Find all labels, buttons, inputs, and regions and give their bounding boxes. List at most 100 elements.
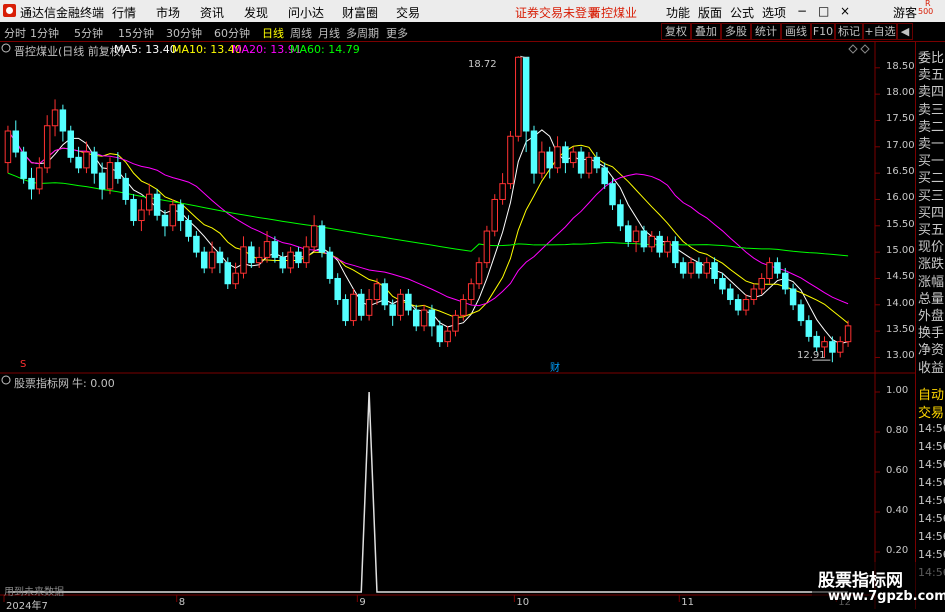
- candle-body[interactable]: [365, 299, 373, 316]
- candle-body[interactable]: [727, 288, 734, 301]
- candle-body[interactable]: [428, 309, 436, 327]
- candle-body[interactable]: [703, 262, 710, 274]
- candle-body[interactable]: [263, 241, 271, 258]
- trade-login-warning[interactable]: 证券交易未登录: [515, 4, 599, 21]
- candle-body[interactable]: [287, 251, 294, 269]
- menu-item-zixun[interactable]: 资讯: [200, 4, 224, 21]
- candle-body[interactable]: [405, 293, 412, 311]
- candle-body[interactable]: [499, 183, 506, 200]
- candle-body[interactable]: [734, 299, 742, 311]
- candle-body[interactable]: [59, 109, 67, 132]
- candle-body[interactable]: [295, 251, 302, 264]
- menu-item-hangqing[interactable]: 行情: [112, 4, 136, 21]
- period-multi[interactable]: 多周期: [346, 25, 379, 41]
- candle-body[interactable]: [836, 341, 844, 353]
- candle-body[interactable]: [114, 162, 122, 179]
- overlay-button[interactable]: 叠加: [691, 23, 721, 40]
- candle-body[interactable]: [554, 146, 561, 169]
- guest-login[interactable]: 游客: [893, 4, 917, 21]
- candle-body[interactable]: [648, 235, 656, 248]
- menu-item-gongshi[interactable]: 公式: [730, 4, 754, 21]
- candle-body[interactable]: [326, 251, 334, 279]
- menu-item-jiaoyi[interactable]: 交易: [396, 4, 420, 21]
- candle-body[interactable]: [797, 304, 805, 322]
- candle-body[interactable]: [813, 335, 820, 348]
- candle-body[interactable]: [601, 167, 608, 185]
- minimize-button[interactable]: −: [797, 4, 807, 18]
- candle-body[interactable]: [687, 262, 695, 274]
- candle-body[interactable]: [51, 109, 59, 127]
- candle-body[interactable]: [829, 341, 836, 353]
- candle-body[interactable]: [585, 156, 593, 174]
- maximize-button[interactable]: □: [818, 4, 829, 18]
- candle-body[interactable]: [255, 256, 263, 264]
- menu-item-shichang[interactable]: 市场: [156, 4, 180, 21]
- candle-body[interactable]: [436, 325, 444, 343]
- candle-body[interactable]: [122, 177, 129, 200]
- candle-body[interactable]: [98, 172, 106, 190]
- candle-body[interactable]: [522, 56, 530, 132]
- candle-body[interactable]: [20, 151, 27, 179]
- candle-body[interactable]: [530, 130, 538, 174]
- candle-body[interactable]: [805, 320, 813, 337]
- period-15min[interactable]: 15分钟: [118, 25, 154, 41]
- candle-body[interactable]: [483, 230, 491, 264]
- period-60min[interactable]: 60分钟: [214, 25, 250, 41]
- multi-stock-button[interactable]: 多股: [721, 23, 751, 40]
- candle-body[interactable]: [624, 225, 632, 243]
- candle-body[interactable]: [412, 309, 420, 327]
- candle-body[interactable]: [758, 277, 765, 290]
- candle-body[interactable]: [711, 262, 718, 279]
- candle-body[interactable]: [381, 283, 389, 306]
- candle-body[interactable]: [467, 283, 475, 301]
- candle-body[interactable]: [350, 293, 357, 322]
- candle-body[interactable]: [106, 162, 114, 190]
- period-weekly[interactable]: 周线: [290, 25, 312, 41]
- candle-body[interactable]: [161, 214, 169, 227]
- candle-body[interactable]: [216, 251, 224, 264]
- candle-body[interactable]: [782, 272, 789, 290]
- candle-body[interactable]: [279, 256, 286, 269]
- candle-body[interactable]: [28, 177, 35, 190]
- candle-body[interactable]: [83, 151, 90, 169]
- candle-body[interactable]: [562, 146, 569, 164]
- add-favorite-button[interactable]: +自选: [863, 23, 897, 40]
- settings-circle-icon[interactable]: [1, 43, 11, 53]
- finance-marker[interactable]: 财: [550, 359, 560, 374]
- candle-body[interactable]: [774, 262, 781, 274]
- period-daily[interactable]: 日线: [262, 25, 284, 41]
- menu-item-banmian[interactable]: 版面: [698, 4, 722, 21]
- candle-body[interactable]: [546, 151, 553, 169]
- candle-body[interactable]: [138, 209, 145, 222]
- candle-body[interactable]: [146, 193, 153, 211]
- candle-body[interactable]: [43, 125, 51, 169]
- candle-body[interactable]: [420, 309, 428, 327]
- candle-body[interactable]: [177, 204, 184, 222]
- candle-body[interactable]: [4, 130, 12, 164]
- period-30min[interactable]: 30分钟: [166, 25, 202, 41]
- candle-body[interactable]: [75, 156, 82, 169]
- diamond-icon-2[interactable]: [860, 44, 870, 54]
- candle-body[interactable]: [577, 151, 585, 174]
- candle-body[interactable]: [185, 220, 192, 237]
- candle-body[interactable]: [397, 293, 404, 316]
- auto-trade-label-1[interactable]: 交易: [918, 402, 944, 421]
- candle-body[interactable]: [91, 151, 98, 174]
- candle-body[interactable]: [303, 246, 310, 264]
- period-fenshi[interactable]: 分时: [4, 25, 26, 41]
- candle-body[interactable]: [656, 235, 663, 253]
- candle-body[interactable]: [679, 262, 687, 274]
- candle-body[interactable]: [844, 325, 852, 343]
- auto-trade-label-0[interactable]: 自动: [918, 384, 944, 403]
- candle-body[interactable]: [766, 262, 773, 279]
- mark-button[interactable]: 标记: [835, 23, 863, 40]
- candle-body[interactable]: [460, 299, 467, 316]
- candle-body[interactable]: [719, 277, 726, 290]
- menu-item-faxian[interactable]: 发现: [244, 4, 268, 21]
- candle-body[interactable]: [373, 283, 381, 301]
- period-more[interactable]: 更多: [386, 25, 408, 41]
- candle-body[interactable]: [695, 262, 703, 274]
- candle-body[interactable]: [224, 262, 232, 285]
- candle-body[interactable]: [271, 241, 279, 258]
- candle-body[interactable]: [632, 230, 640, 243]
